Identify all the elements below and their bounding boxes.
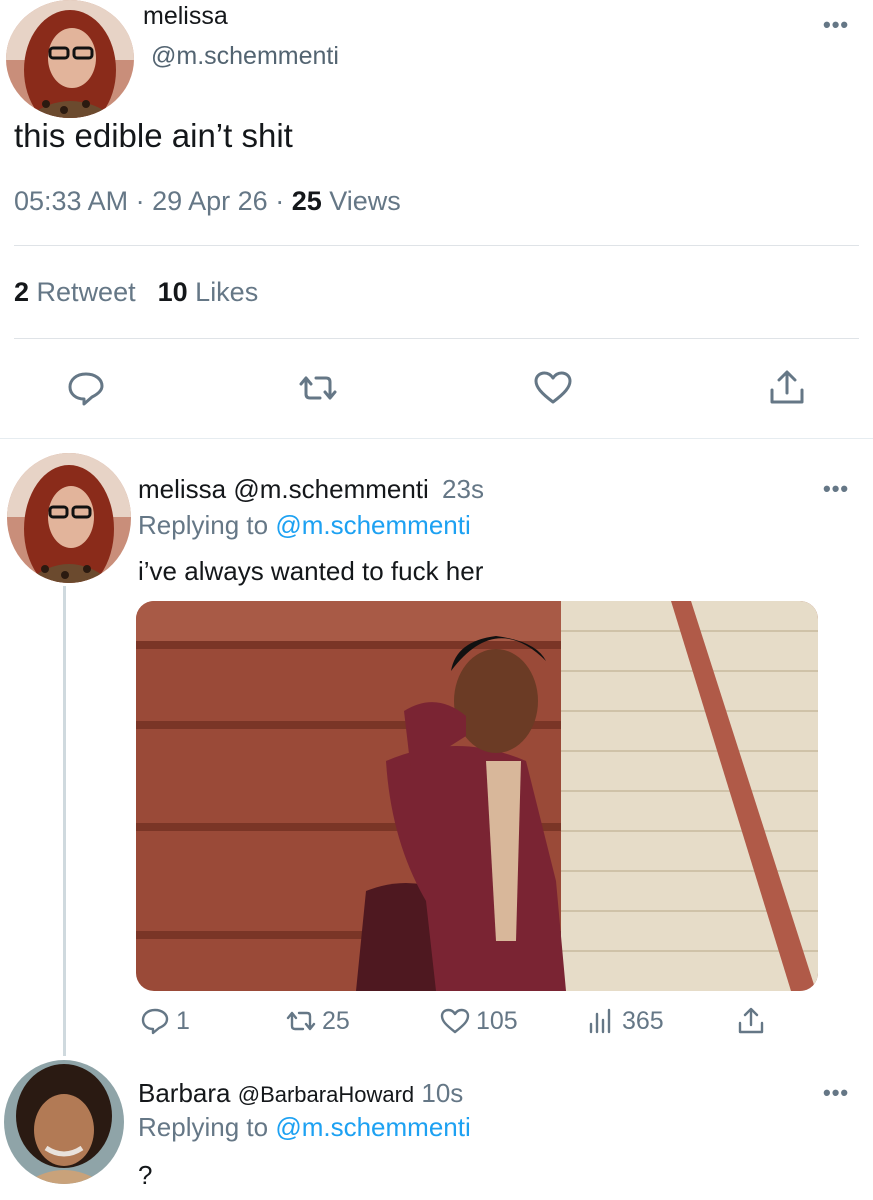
mention-link[interactable]: @m.schemmenti	[275, 1112, 470, 1142]
avatar-image	[6, 0, 134, 118]
divider	[14, 245, 859, 246]
reply-time[interactable]: 23s	[442, 474, 484, 504]
views-count: 25	[291, 186, 322, 216]
more-options-icon[interactable]: •••	[823, 12, 849, 38]
replying-to-line: Replying to @m.schemmenti	[138, 1112, 471, 1143]
reply-action[interactable]: 1	[140, 1004, 190, 1038]
tweet-text: this edible ain’t shit	[14, 117, 293, 154]
retweets-label: Retweet	[36, 277, 136, 307]
reply-text: i’ve always wanted to fuck her	[138, 556, 484, 586]
retweet-icon	[286, 1011, 316, 1031]
retweets-stat[interactable]: 2 Retweet	[14, 277, 136, 307]
share-icon[interactable]	[767, 368, 807, 408]
thread-line	[63, 586, 66, 1056]
author-name[interactable]: melissa	[143, 2, 228, 31]
retweet-count: 25	[322, 1006, 350, 1035]
share-action[interactable]	[736, 1004, 772, 1038]
retweet-icon[interactable]	[298, 368, 338, 408]
reply-count: 1	[176, 1006, 190, 1035]
views-label: Views	[329, 186, 401, 216]
likes-label: Likes	[195, 277, 259, 307]
reply-icon	[141, 1008, 169, 1035]
engagement-stats: 2 Retweet 10 Likes	[14, 277, 258, 308]
attached-photo[interactable]	[136, 601, 818, 991]
tweet-date: 29 Apr 26	[152, 186, 268, 216]
more-options-icon[interactable]: •••	[823, 476, 849, 502]
reply-author-avatar[interactable]	[4, 1060, 124, 1184]
likes-count: 10	[157, 277, 188, 307]
reply-time[interactable]: 10s	[421, 1078, 463, 1108]
replying-label: Replying to	[138, 510, 269, 540]
photo-image	[136, 601, 818, 991]
reply-author-name[interactable]: melissa	[138, 474, 226, 504]
reply-author-name[interactable]: Barbara	[138, 1078, 231, 1108]
like-icon	[440, 1008, 470, 1034]
mention-link[interactable]: @m.schemmenti	[275, 510, 470, 540]
like-count: 105	[476, 1006, 518, 1035]
reply-text: ?	[138, 1160, 153, 1190]
tweet-meta: 05:33 AM · 29 Apr 26 · 25 Views	[14, 186, 401, 217]
replying-label: Replying to	[138, 1112, 269, 1142]
meta-separator: ·	[135, 186, 153, 216]
reply-author-handle[interactable]: @m.schemmenti	[233, 474, 428, 504]
reply-icon[interactable]	[66, 368, 106, 408]
reply-author-avatar[interactable]	[7, 453, 131, 583]
reply-header: melissa @m.schemmenti 23s	[138, 474, 484, 505]
avatar-image	[7, 453, 131, 583]
author-handle[interactable]: @m.schemmenti	[151, 42, 339, 71]
share-icon	[738, 1007, 764, 1034]
views-action[interactable]: 365	[586, 1004, 664, 1038]
like-icon[interactable]	[533, 368, 573, 408]
likes-stat[interactable]: 10 Likes	[158, 277, 259, 307]
more-options-icon[interactable]: •••	[823, 1080, 849, 1106]
views-count: 365	[622, 1006, 664, 1035]
author-avatar[interactable]	[6, 0, 134, 118]
divider	[14, 338, 859, 339]
avatar-image	[4, 1060, 124, 1184]
replying-to-line: Replying to @m.schemmenti	[138, 510, 471, 541]
retweets-count: 2	[14, 277, 30, 307]
like-action[interactable]: 105	[440, 1004, 518, 1038]
views-icon	[589, 1008, 611, 1034]
meta-separator: ·	[275, 186, 292, 216]
reply-header: Barbara @BarbaraHoward 10s	[138, 1078, 463, 1109]
tweet-time: 05:33 AM	[14, 186, 129, 216]
retweet-action[interactable]: 25	[286, 1004, 350, 1038]
reply-author-handle[interactable]: @BarbaraHoward	[238, 1082, 414, 1107]
section-separator	[0, 438, 873, 439]
